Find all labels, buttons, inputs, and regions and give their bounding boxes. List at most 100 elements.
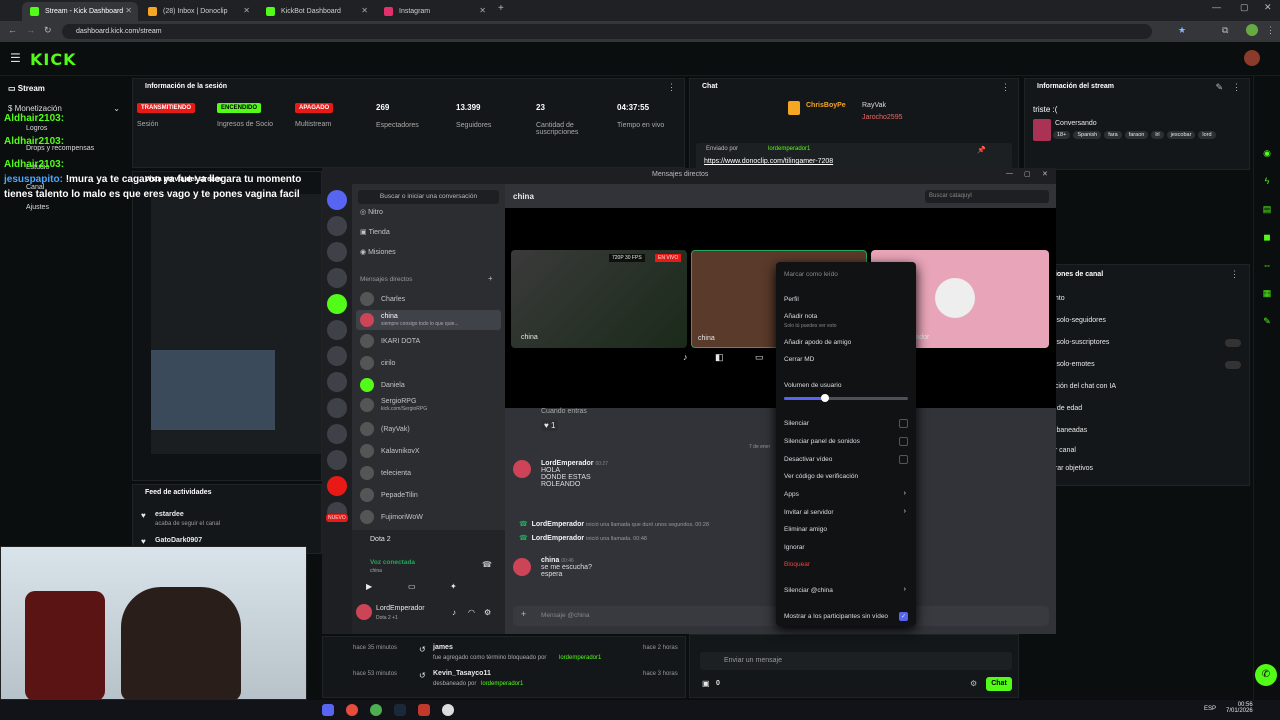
profile-avatar[interactable] [1246,24,1258,36]
browser-app-icon[interactable] [370,704,382,716]
settings-row[interactable]: ación del chat con IA [1051,383,1116,390]
chat-message-input[interactable]: Enviar un mensaje [700,652,1012,670]
server-icon[interactable] [327,346,347,366]
menu-item-mute-soundboard[interactable]: Silenciar panel de sonidos [784,438,860,445]
steam-app-icon[interactable] [394,704,406,716]
settings-row[interactable]: s solo-seguidores [1051,317,1106,324]
stream-preview-video[interactable] [151,194,321,454]
attach-plus-icon[interactable]: + [521,609,526,619]
server-icon[interactable] [327,294,347,314]
maximize-icon[interactable]: ▢ [1024,170,1031,178]
kick-logo[interactable]: KICK [30,50,77,69]
search-input[interactable]: Buscar cataquyl [925,190,1049,203]
app-icon[interactable] [418,704,430,716]
settings-row[interactable]: s solo-emotes [1051,361,1095,368]
headphones-icon[interactable]: ◠ [468,608,475,617]
more-options-icon[interactable]: ⋮ [1232,82,1241,93]
language-indicator[interactable]: ESP [1204,706,1216,712]
mic-icon[interactable]: ♪ [452,608,456,617]
server-icon[interactable] [327,398,347,418]
dm-item[interactable]: FujimoriWoW [360,510,423,524]
tab-kick-stream[interactable]: Stream - Kick Dashboard ✕ [22,2,138,21]
menu-item-apps[interactable]: Apps [784,491,799,498]
settings-gear-icon[interactable]: ⚙ [484,608,491,617]
discord-app-icon[interactable] [322,704,334,716]
wrench-icon[interactable]: ✎ [1258,312,1276,330]
menu-item-add-note[interactable]: Añadir nota [784,313,817,320]
settings-gear-icon[interactable]: ⚙ [970,679,977,688]
more-options-icon[interactable]: ⋮ [667,82,676,93]
toggle-emotes[interactable] [1225,361,1241,369]
support-chat-icon[interactable]: ✆ [1255,664,1277,686]
dm-item-active[interactable]: china siempre consigo todo lo que quie... [356,310,501,330]
menu-item-remove-friend[interactable]: Eliminar amigo [784,526,827,533]
volume-knob[interactable] [820,394,829,402]
server-icon[interactable] [327,242,347,262]
bookmark-star-icon[interactable]: ★ [1178,25,1186,36]
hamburger-menu-icon[interactable]: ☰ [10,51,21,65]
nav-shop[interactable]: ▣ Tienda [360,228,390,237]
reaction[interactable]: ♥ 1 [541,420,559,431]
menu-item-block[interactable]: Bloquear [784,561,810,568]
menu-item-disable-video[interactable]: Desactivar vídeo [784,456,832,463]
forward-icon[interactable]: → [26,25,35,35]
dm-item[interactable]: IKARI DOTA [360,334,420,348]
toggle-subscribers[interactable] [1225,339,1241,347]
gift-icon[interactable]: ▣ [702,679,710,688]
dm-item[interactable]: SergioRPG kick.com/SergioRPG [360,398,427,412]
menu-item-verification-code[interactable]: Ver código de verificación [784,473,858,480]
sidebar-item-ajustes[interactable]: Ajustes [26,204,49,211]
server-icon[interactable] [327,424,347,444]
menu-item-mark-read[interactable]: Marcar como leído [784,271,838,278]
reload-icon[interactable]: ↻ [44,25,52,36]
pin-icon[interactable]: 📌 [977,146,986,154]
mic-icon[interactable]: ♪ [683,352,688,362]
dm-search-button[interactable]: Buscar o iniciar una conversación [358,190,499,204]
activities-icon[interactable]: ✦ [450,582,457,591]
maximize-icon[interactable]: ▢ [1240,2,1249,13]
lightning-icon[interactable]: ϟ [1258,172,1276,190]
mute-checkbox[interactable] [899,419,908,428]
server-icon[interactable] [327,372,347,392]
close-window-icon[interactable]: ✕ [1264,2,1272,13]
menu-item-add-nickname[interactable]: Añadir apodo de amigo [784,339,851,346]
volume-slider[interactable] [784,394,908,402]
home-button[interactable] [327,190,347,210]
back-icon[interactable]: ← [8,25,17,35]
nav-nitro[interactable]: ◎ Nitro [360,208,383,217]
dm-item[interactable]: Charles [360,292,405,306]
dm-item[interactable]: telecienta [360,466,411,480]
tab-instagram[interactable]: Instagram ✕ [376,2,492,21]
user-avatar[interactable] [356,604,372,620]
minimize-icon[interactable]: — [1212,2,1221,12]
video-icon[interactable]: ▶ [366,582,372,591]
settings-row[interactable]: urar objetivos [1051,465,1093,472]
close-icon[interactable]: ✕ [479,6,486,15]
server-icon[interactable] [327,320,347,340]
user-avatar[interactable] [1244,50,1260,66]
new-tab-icon[interactable]: + [498,3,504,14]
server-icon[interactable] [327,216,347,236]
dm-item[interactable]: Daniela [360,378,405,392]
minimize-icon[interactable]: — [1006,170,1013,177]
tab-donoclip[interactable]: (28) Inbox | Donoclip ✕ [140,2,256,21]
send-chat-button[interactable]: Chat [986,677,1012,691]
close-icon[interactable]: ✕ [361,6,368,15]
extensions-icon[interactable]: ⧉ [1222,25,1228,36]
link-icon[interactable]: ⇔ [1258,256,1276,274]
disable-video-checkbox[interactable] [899,455,908,464]
layout-icon[interactable]: ▦ [1258,284,1276,302]
obs-app-icon[interactable] [346,704,358,716]
dm-item[interactable]: (RayVak) [360,422,410,436]
menu-item-mute-user[interactable]: Silenciar @china [784,587,833,594]
menu-item-show-no-video[interactable]: Mostrar a los participantes sin vídeo [784,613,888,620]
chat-bubble-icon[interactable]: ◼ [1258,228,1276,246]
menu-item-invite-server[interactable]: Invitar al servidor [784,509,834,516]
add-dm-icon[interactable]: + [488,274,493,283]
server-icon[interactable] [327,268,347,288]
show-no-video-checkbox[interactable]: ✓ [899,612,908,621]
settings-row[interactable]: s solo-suscriptores [1051,339,1109,346]
settings-row[interactable]: s baneadas [1051,427,1087,434]
pinned-link[interactable]: https://www.donoclip.com/tilingamer-7208 [704,158,833,165]
close-icon[interactable]: ✕ [243,6,250,15]
